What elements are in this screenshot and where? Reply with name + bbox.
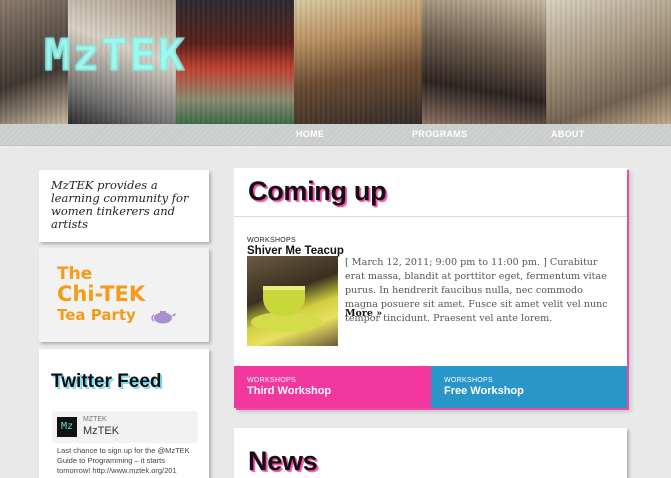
event-tile-third-workshop[interactable]: WORKSHOPS Third Workshop xyxy=(234,366,431,408)
twitter-feed-title: Twitter Feed xyxy=(51,371,162,392)
twitter-feed-card: Twitter Feed Mz MZTEK MzTEK Last chance … xyxy=(39,349,209,478)
avatar: Mz xyxy=(57,417,77,437)
featured-image[interactable] xyxy=(247,256,338,346)
tile-title: Free Workshop xyxy=(444,385,524,397)
event-tile-free-workshop[interactable]: WORKSHOPS Free Workshop xyxy=(431,366,627,408)
tile-title: Third Workshop xyxy=(247,385,332,397)
tweet-text: Last chance to sign up for the @MzTEK Gu… xyxy=(57,446,190,475)
teapot-icon xyxy=(151,311,176,324)
promo-line-2: Chi-TEK xyxy=(57,282,146,306)
coming-up-card: Coming up WORKSHOPS Shiver Me Teacup [ M… xyxy=(234,168,627,408)
news-heading: News xyxy=(248,446,318,476)
tile-category: WORKSHOPS xyxy=(247,377,296,384)
nav-item-home[interactable]: HOME xyxy=(296,129,324,139)
twitter-profile[interactable]: Mz MZTEK MzTEK xyxy=(52,411,198,443)
chi-tek-promo[interactable]: The Chi-TEK Tea Party xyxy=(39,248,209,342)
tagline-card: MzTEK provides a learning community for … xyxy=(39,170,209,242)
nav-item-about[interactable]: ABOUT xyxy=(551,129,585,139)
divider xyxy=(234,216,627,217)
featured-body: [ March 12, 2011; 9:00 pm to 11:00 pm. ]… xyxy=(345,257,608,324)
featured-category[interactable]: WORKSHOPS xyxy=(247,237,296,244)
more-link[interactable]: More » xyxy=(345,308,382,319)
header-banner: MzTEK MzTEK xyxy=(0,0,671,124)
twitter-name: MzTEK xyxy=(83,425,120,437)
coming-up-heading: Coming up xyxy=(248,176,387,206)
twitter-handle: MZTEK xyxy=(83,416,107,423)
tagline-text: MzTEK provides a learning community for … xyxy=(51,178,189,231)
main-nav: HOME PROGRAMS ABOUT xyxy=(0,124,671,146)
nav-item-programs[interactable]: PROGRAMS xyxy=(412,129,467,139)
tile-category: WORKSHOPS xyxy=(444,377,493,384)
promo-line-3: Tea Party xyxy=(57,306,136,324)
teacup-shape xyxy=(263,286,305,316)
promo-line-1: The xyxy=(57,264,93,284)
news-card: News xyxy=(234,428,627,478)
site-logo[interactable]: MzTEK xyxy=(43,30,186,82)
